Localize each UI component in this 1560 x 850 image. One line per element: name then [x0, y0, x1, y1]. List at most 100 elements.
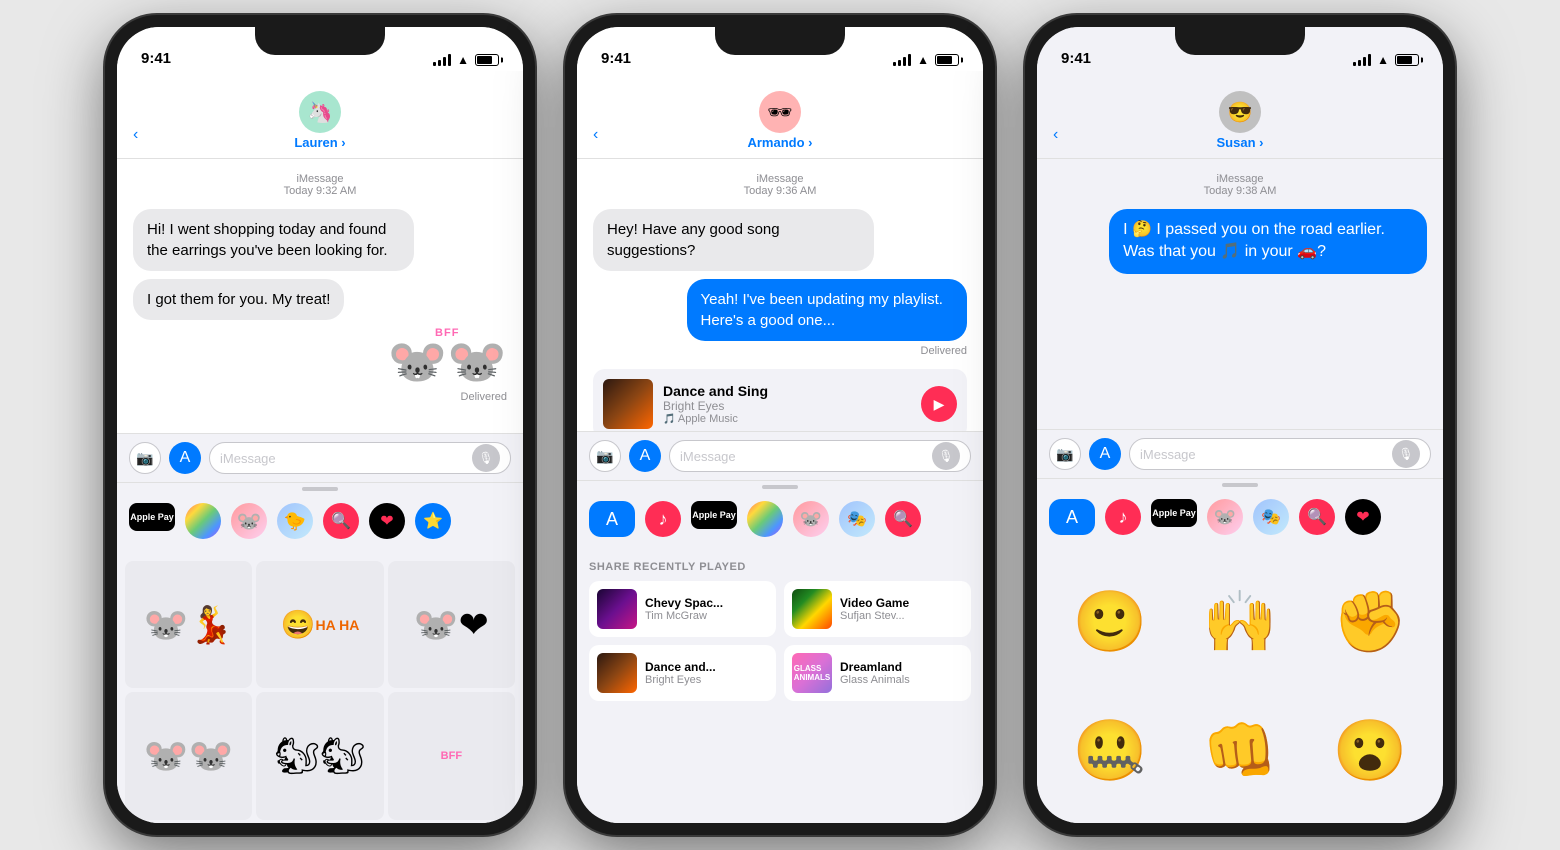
back-chevron-armando: ‹ — [593, 126, 598, 144]
memoji-5[interactable]: 👊 — [1179, 690, 1301, 811]
selected-icon-lauren[interactable]: ⭐ — [415, 503, 451, 539]
app-store-icon-susan: A — [1100, 445, 1111, 463]
app-store-button-armando[interactable]: A — [629, 440, 661, 472]
date-label-lauren: iMessage Today 9:32 AM — [133, 173, 507, 197]
sticker-3[interactable]: 🐭❤ — [388, 561, 515, 688]
avatar-lauren: 🦄 — [299, 91, 341, 133]
audio-button-armando[interactable]: 🎙 — [932, 442, 960, 470]
music-artist-armando: Bright Eyes — [663, 399, 911, 413]
nav-header-armando: ‹ 🕶 Armando › — [577, 71, 983, 159]
info-dreamland: Dreamland Glass Animals — [840, 660, 963, 686]
input-bar-armando: 📷 A iMessage 🎙 — [577, 431, 983, 480]
phone-armando: 9:41 ▲ ‹ 🕶 Armando › i — [565, 15, 995, 835]
info-video-game: Video Game Sufjan Stev... — [840, 596, 963, 622]
music-card-armando[interactable]: Dance and Sing Bright Eyes 🎵 Apple Music… — [593, 369, 967, 431]
thumb-dreamland: GLASSANIMALS — [792, 653, 832, 693]
unity-icon-armando[interactable] — [747, 501, 783, 537]
avatar-susan: 😎 — [1219, 91, 1261, 133]
drawer-scroll-lauren: Apple Pay 🐭 🐤 🔍 ❤ ⭐ — [117, 497, 523, 545]
back-button-susan[interactable]: ‹ — [1053, 126, 1058, 144]
memoji-4[interactable]: 🤐 — [1049, 690, 1171, 811]
message-2-lauren: I got them for you. My treat! — [133, 279, 344, 320]
input-bar-susan: 📷 A iMessage 🎙 — [1037, 429, 1443, 478]
contact-name-susan[interactable]: Susan › — [1217, 135, 1264, 150]
music-icon-susan[interactable]: ♪ — [1105, 499, 1141, 535]
sticker-icon-2-armando[interactable]: 🎭 — [839, 501, 875, 537]
back-button-armando[interactable]: ‹ — [593, 126, 598, 144]
grid-item-dreamland[interactable]: GLASSANIMALS Dreamland Glass Animals — [784, 645, 971, 701]
app-store-drawer-armando[interactable]: A — [589, 501, 635, 537]
wifi-icon-armando: ▲ — [917, 53, 929, 67]
message-1-armando: Hey! Have any good song suggestions? — [593, 209, 874, 271]
time-susan: 9:41 — [1061, 50, 1091, 67]
message-1-susan: I 🤔 I passed you on the road earlier. Wa… — [1109, 209, 1427, 274]
sticker-2[interactable]: 😄 HA HA — [256, 561, 383, 688]
sticker-1[interactable]: 🐭💃 — [125, 561, 252, 688]
unity-icon-lauren[interactable] — [185, 503, 221, 539]
grid-item-dance[interactable]: Dance and... Bright Eyes — [589, 645, 776, 701]
date-label-susan: iMessage Today 9:38 AM — [1053, 173, 1427, 197]
sticker-5[interactable]: 🐿🐿 — [256, 692, 383, 819]
camera-button-susan[interactable]: 📷 — [1049, 438, 1081, 470]
audio-button-susan[interactable]: 🎙 — [1392, 440, 1420, 468]
camera-button-armando[interactable]: 📷 — [589, 440, 621, 472]
sticker-icon-susan[interactable]: 🐭 — [1207, 499, 1243, 535]
recently-played-title: SHARE RECENTLY PLAYED — [589, 561, 971, 573]
status-icons-armando: ▲ — [893, 53, 959, 67]
apple-pay-icon-susan[interactable]: Apple Pay — [1151, 499, 1197, 527]
signal-icon-lauren — [433, 54, 451, 66]
input-placeholder-susan: iMessage — [1140, 447, 1196, 462]
music-icon-armando[interactable]: ♪ — [645, 501, 681, 537]
contact-name-lauren[interactable]: Lauren › — [294, 135, 345, 150]
audio-button-lauren[interactable]: 🎙 — [472, 444, 500, 472]
heart-icon-lauren[interactable]: ❤ — [369, 503, 405, 539]
message-input-armando[interactable]: iMessage 🎙 — [669, 440, 971, 472]
memoji-2[interactable]: 🙌 — [1179, 561, 1301, 682]
sticker-icon-armando[interactable]: 🐭 — [793, 501, 829, 537]
sticker-4[interactable]: 🐭🐭 — [125, 692, 252, 819]
contact-name-armando[interactable]: Armando › — [747, 135, 812, 150]
grid-item-chevy[interactable]: Chevy Spac... Tim McGraw — [589, 581, 776, 637]
back-button-lauren[interactable]: ‹ — [133, 126, 138, 144]
memoji-1[interactable]: 🙂 — [1049, 561, 1171, 682]
date-label-armando: iMessage Today 9:36 AM — [593, 173, 967, 197]
drawer-pill-lauren — [302, 487, 338, 491]
memoji-6[interactable]: 😮 — [1309, 690, 1431, 811]
status-icons-lauren: ▲ — [433, 53, 499, 67]
notch-lauren — [255, 27, 385, 55]
thumb-video-game — [792, 589, 832, 629]
grid-item-video-game[interactable]: Video Game Sufjan Stev... — [784, 581, 971, 637]
apple-pay-icon-lauren[interactable]: Apple Pay — [129, 503, 175, 531]
memoji-3[interactable]: ✊ — [1309, 561, 1431, 682]
play-button-armando[interactable]: ▶ — [921, 386, 957, 422]
search-icon-armando[interactable]: 🔍 — [885, 501, 921, 537]
input-placeholder-armando: iMessage — [680, 449, 736, 464]
message-input-lauren[interactable]: iMessage 🎙 — [209, 442, 511, 474]
thumb-chevy — [597, 589, 637, 629]
search-icon-lauren[interactable]: 🔍 — [323, 503, 359, 539]
back-chevron-susan: ‹ — [1053, 126, 1058, 144]
app-store-button-susan[interactable]: A — [1089, 438, 1121, 470]
app-store-drawer-susan[interactable]: A — [1049, 499, 1095, 535]
message-input-susan[interactable]: iMessage 🎙 — [1129, 438, 1431, 470]
input-bar-lauren: 📷 A iMessage 🎙 — [117, 433, 523, 482]
delivered-label-lauren: Delivered — [461, 391, 507, 403]
app-drawer-lauren: Apple Pay 🐭 🐤 🔍 ❤ ⭐ — [117, 482, 523, 553]
delivered-label-armando: Delivered — [921, 345, 967, 357]
chat-body-armando: iMessage Today 9:36 AM Hey! Have any goo… — [577, 159, 983, 431]
sticker-icon-2-lauren[interactable]: 🐤 — [277, 503, 313, 539]
battery-icon-lauren — [475, 54, 499, 66]
app-store-button-lauren[interactable]: A — [169, 442, 201, 474]
time-armando: 9:41 — [601, 50, 631, 67]
heart-icon-susan[interactable]: ❤ — [1345, 499, 1381, 535]
camera-button-lauren[interactable]: 📷 — [129, 442, 161, 474]
signal-icon-armando — [893, 54, 911, 66]
sticker-icon-1-lauren[interactable]: 🐭 — [231, 503, 267, 539]
music-thumb-armando — [603, 379, 653, 429]
wifi-icon-lauren: ▲ — [457, 53, 469, 67]
apple-pay-icon-armando[interactable]: Apple Pay — [691, 501, 737, 529]
search-icon-susan[interactable]: 🔍 — [1299, 499, 1335, 535]
sticker-icon-2-susan[interactable]: 🎭 — [1253, 499, 1289, 535]
sticker-6[interactable]: BFF — [388, 692, 515, 819]
recently-played-section: SHARE RECENTLY PLAYED Chevy Spac... Tim … — [577, 551, 983, 823]
